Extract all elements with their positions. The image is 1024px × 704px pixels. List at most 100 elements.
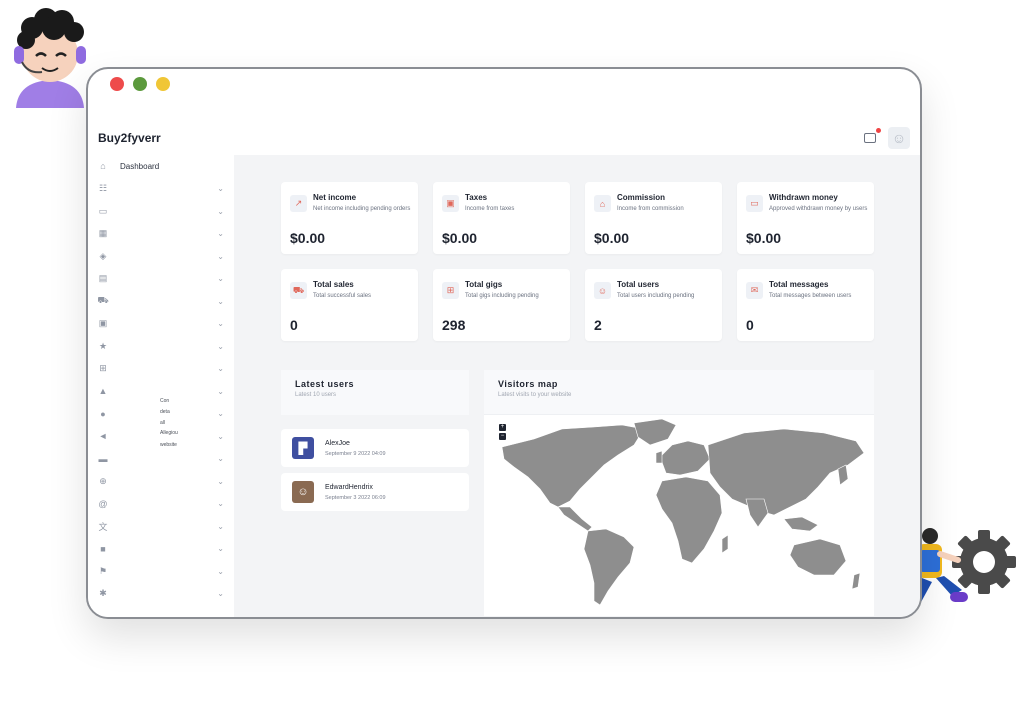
- chevron-down-icon: ⌄: [217, 521, 224, 531]
- chat-icon: ●: [100, 408, 106, 419]
- minimize-window-button[interactable]: [133, 77, 147, 91]
- chevron-down-icon: ⌄: [217, 409, 224, 419]
- image-icon: ▣: [98, 318, 108, 329]
- visitors-map-panel: Visitors map Latest visits to your websi…: [484, 370, 874, 616]
- folder-icon: ▬: [98, 453, 108, 464]
- chevron-down-icon: ⌄: [217, 319, 224, 329]
- card-icon: ▭: [98, 205, 108, 216]
- stat-value: 298: [442, 317, 466, 333]
- megaphone-icon: ◄: [98, 431, 108, 442]
- star-icon: ★: [98, 340, 108, 351]
- world-map-svg: [501, 418, 865, 606]
- visitors-map-subtitle: Latest visits to your website: [498, 392, 572, 398]
- users-icon: ☷: [98, 183, 108, 194]
- chevron-down-icon: ⌄: [217, 364, 224, 374]
- chevron-down-icon: ⌄: [217, 544, 224, 554]
- stat-card-total-messages: ✉ Total messages Total messages between us…: [737, 269, 874, 341]
- madagascar-region: [721, 534, 729, 554]
- europe-region: [659, 440, 711, 476]
- central-america-region: [557, 506, 593, 532]
- new-zealand-region: [851, 572, 861, 590]
- user-date: September 9 2022 04:09: [325, 450, 386, 457]
- stat-title: Withdrawn money: [769, 193, 838, 202]
- warning-icon: ▲: [98, 386, 108, 397]
- users-icon: ☺: [594, 282, 611, 299]
- gift-icon: ⌂: [594, 195, 611, 212]
- chevron-down-icon: ⌄: [217, 431, 224, 441]
- sidebar-fragment-text: Allegiou: [160, 430, 178, 436]
- uk-region: [655, 450, 663, 464]
- chevron-down-icon: ⌄: [217, 206, 224, 216]
- australia-region: [789, 538, 847, 576]
- credit-card-icon: ▭: [746, 195, 763, 212]
- stat-subtitle: Income from taxes: [465, 206, 515, 212]
- stat-value: 0: [290, 317, 298, 333]
- sidebar: ⌂ Dashboard ☷ ⌄ ▭ ⌄ ▦ ⌄ ◈ ⌄ ▤ ⌄ ⛟ ⌄ ▣ ⌄ ★ ⌄ ⊞ ⌄ ▲ ⌄ ● ⌄ ◄ ⌄ ▬ ⌄ ⊕ ⌄ @ ⌄…: [88, 155, 234, 617]
- stat-title: Total users: [617, 280, 660, 289]
- user-name[interactable]: EdwardHendrix: [325, 484, 386, 491]
- grid-icon: ⊞: [99, 363, 107, 374]
- latest-user-row[interactable]: ▛ AlexJoe September 9 2022 04:09: [281, 429, 469, 467]
- chevron-down-icon: ⌄: [217, 184, 224, 194]
- user-icon[interactable]: ☺: [888, 127, 910, 149]
- sidebar-fragment-text: website: [160, 442, 177, 448]
- world-map[interactable]: + −: [484, 415, 874, 616]
- notification-badge: [876, 128, 881, 133]
- north-america-region: [501, 424, 645, 508]
- stat-title: Net income: [313, 193, 357, 202]
- close-window-button[interactable]: [110, 77, 124, 91]
- marketing-stage: Buy2fyverr ☺ ⌂ Dashboard ☷ ⌄ ▭ ⌄ ▦ ⌄ ◈ ⌄ ▤ ⌄ ⛟ ⌄ ▣ ⌄ ★ ⌄ ⊞…: [0, 0, 1024, 704]
- at-icon: @: [98, 498, 108, 509]
- latest-users-subtitle: Latest 10 users: [295, 392, 337, 398]
- app-window: Buy2fyverr ☺ ⌂ Dashboard ☷ ⌄ ▭ ⌄ ▦ ⌄ ◈ ⌄ ▤ ⌄ ⛟ ⌄ ▣ ⌄ ★ ⌄ ⊞…: [86, 67, 922, 619]
- zoom-in-button[interactable]: +: [499, 424, 506, 431]
- chevron-down-icon: ⌄: [217, 251, 224, 261]
- cart-icon: ⛟: [290, 282, 307, 299]
- layout-icon: ▦: [98, 228, 108, 239]
- latest-users-panel: Latest users Latest 10 users: [281, 370, 469, 415]
- southeast-asia-region: [783, 516, 819, 532]
- receipt-icon: ▣: [442, 195, 459, 212]
- stat-subtitle: Net income including pending orders: [313, 206, 411, 212]
- stat-subtitle: Total messages between users: [769, 293, 852, 299]
- truck-icon: ■: [100, 543, 106, 554]
- chevron-down-icon: ⌄: [217, 499, 224, 509]
- stat-title: Taxes: [465, 193, 488, 202]
- sidebar-fragment-text: deta: [160, 409, 170, 415]
- document-icon: ▤: [98, 273, 108, 284]
- stat-subtitle: Income from commission: [617, 206, 684, 212]
- stat-subtitle: Total users including pending: [617, 293, 695, 299]
- user-name[interactable]: AlexJoe: [325, 440, 386, 447]
- stat-value: $0.00: [594, 230, 630, 246]
- stat-title: Commission: [617, 193, 666, 202]
- stat-value: $0.00: [290, 230, 326, 246]
- stat-value: 2: [594, 317, 602, 333]
- latest-user-row[interactable]: ☺ EdwardHendrix September 3 2022 06:09: [281, 473, 469, 511]
- chevron-down-icon: ⌄: [217, 296, 224, 306]
- trend-up-icon: ↗: [290, 195, 307, 212]
- chevron-down-icon: ⌄: [217, 386, 224, 396]
- greenland-region: [633, 418, 677, 446]
- stat-title: Total sales: [313, 280, 354, 289]
- chevron-down-icon: ⌄: [217, 476, 224, 486]
- chevron-down-icon: ⌄: [217, 341, 224, 351]
- globe-icon: ⊕: [99, 475, 107, 486]
- sidebar-overflow-text: Con deta all Allegiou website: [152, 155, 212, 617]
- chevron-down-icon: ⌄: [217, 589, 224, 599]
- sidebar-fragment-text: Con: [160, 398, 170, 404]
- stat-card-total-users: ☺ Total users Total users including pendin…: [585, 269, 722, 341]
- window-controls: [110, 77, 170, 91]
- brand-logo[interactable]: Buy2fyverr: [98, 131, 161, 145]
- user-date: September 3 2022 06:09: [325, 494, 386, 501]
- chevron-down-icon: ⌄: [217, 454, 224, 464]
- stat-subtitle: Total successful sales: [313, 293, 372, 299]
- africa-region: [655, 476, 723, 564]
- box-icon: ◈: [99, 250, 107, 261]
- flag-icon: ⚑: [98, 565, 108, 576]
- logo-avatar-icon: ▛: [292, 437, 314, 459]
- puzzle-icon: ✱: [99, 588, 107, 599]
- zoom-out-button[interactable]: −: [499, 433, 506, 440]
- image-icon[interactable]: [864, 128, 881, 143]
- maximize-window-button[interactable]: [156, 77, 170, 91]
- stat-card-total-sales: ⛟ Total sales Total successful sales 0: [281, 269, 418, 341]
